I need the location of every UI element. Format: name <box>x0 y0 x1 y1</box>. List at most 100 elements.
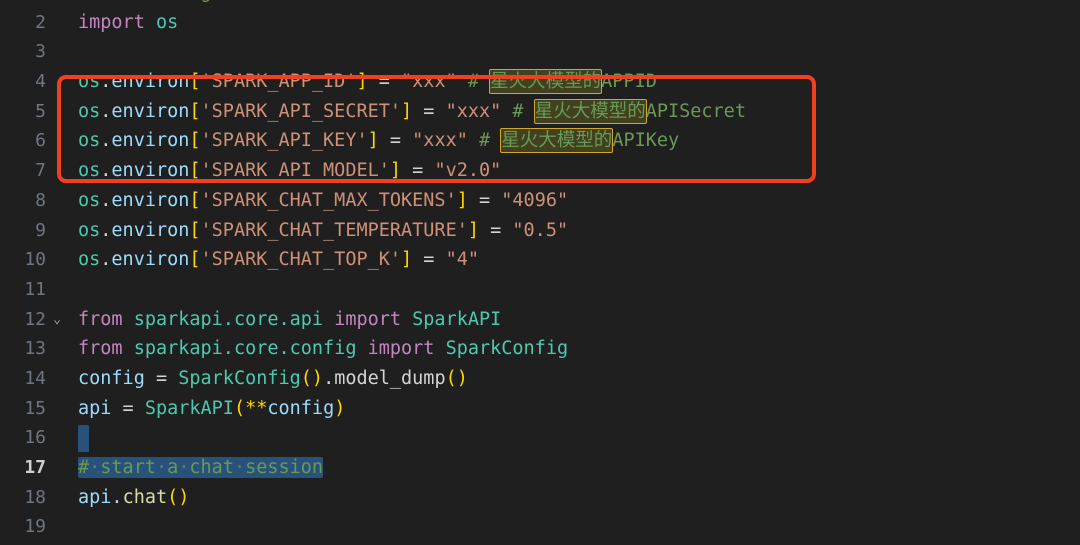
line-number: 10 <box>24 249 46 271</box>
line-content[interactable]: os.environ['SPARK_API_KEY'] = "xxx" # 星火… <box>68 126 1080 156</box>
code-line[interactable]: 6 os.environ['SPARK_API_KEY'] = "xxx" # … <box>0 126 1080 156</box>
keyword-token: from <box>78 308 123 330</box>
line-number: 11 <box>24 278 46 300</box>
whitespace-dot: · <box>233 457 246 478</box>
code-line[interactable]: 15 api = SparkAPI(**config) <box>0 394 1080 424</box>
line-content[interactable]: #·start·a·chat·session <box>68 453 1080 483</box>
bracket-token: ] <box>401 100 413 122</box>
line-content[interactable]: import os <box>68 8 1080 38</box>
selected-text[interactable]: #·start·a·chat·session <box>78 457 324 478</box>
object-token: os <box>78 189 101 211</box>
line-number: 12 <box>24 308 46 330</box>
find-match-highlight: 星火大模型的 <box>489 69 603 95</box>
bracket-token: [ <box>189 130 201 152</box>
bracket-token: [ <box>189 219 201 241</box>
line-number: 13 <box>24 338 46 360</box>
code-line[interactable]: 7 os.environ['SPARK_API_MODEL'] = "v2.0" <box>0 156 1080 186</box>
operator-token: = <box>467 189 502 211</box>
code-line[interactable]: 2 import os <box>0 8 1080 38</box>
module-token: sparkapi.core.api <box>122 308 335 330</box>
dot-token: . <box>100 100 112 122</box>
comment-token: # -*- coding:utf-8 -*- <box>78 0 323 3</box>
string-token: 'SPARK_API_MODEL' <box>200 160 390 182</box>
object-token: os <box>78 160 101 182</box>
class-token: SparkConfig <box>178 367 301 389</box>
dot-token: . <box>100 219 112 241</box>
line-content[interactable]: api.chat() <box>68 483 1080 513</box>
string-token: 'SPARK_API_KEY' <box>200 130 368 152</box>
module-token: os <box>144 11 179 33</box>
code-line[interactable]: 4 os.environ['SPARK_APP_ID'] = "xxx" # 星… <box>0 67 1080 97</box>
bracket-token: [ <box>189 189 201 211</box>
line-content[interactable]: os.environ['SPARK_API_SECRET'] = "xxx" #… <box>68 97 1080 127</box>
selection-stub <box>78 424 89 452</box>
code-editor[interactable]: 1 # -*- coding:utf-8 -*- 2 import os 3 4… <box>0 0 1080 545</box>
bracket-token: [ <box>189 160 201 182</box>
class-token: SparkConfig <box>434 338 569 360</box>
attribute-token: environ <box>111 189 190 211</box>
keyword-token: import <box>367 338 435 360</box>
line-content[interactable]: api = SparkAPI(**config) <box>68 394 1080 424</box>
code-line[interactable]: 13 from sparkapi.core.config import Spar… <box>0 334 1080 364</box>
line-number: 2 <box>35 11 46 33</box>
argument-token: config <box>267 397 335 419</box>
dot-token: . <box>111 486 123 508</box>
dot-token: . <box>100 249 112 271</box>
code-line[interactable]: 12 ⌄ from sparkapi.core.api import Spark… <box>0 305 1080 335</box>
code-line[interactable]: 17 #·start·a·chat·session <box>0 453 1080 483</box>
line-content[interactable]: os.environ['SPARK_APP_ID'] = "xxx" # 星火大… <box>68 67 1080 97</box>
variable-token: api <box>78 397 112 419</box>
code-line[interactable]: 14 config = SparkConfig().model_dump() <box>0 364 1080 394</box>
comment-token: # <box>456 71 491 93</box>
object-token: os <box>78 219 101 241</box>
attribute-token: environ <box>111 130 190 152</box>
operator-token: = <box>412 249 446 271</box>
code-line[interactable]: 19 <box>0 512 1080 542</box>
code-line[interactable]: 9 os.environ['SPARK_CHAT_TEMPERATURE'] =… <box>0 216 1080 246</box>
code-line[interactable]: 10 os.environ['SPARK_CHAT_TOP_K'] = "4" <box>0 245 1080 275</box>
bracket-token: () <box>300 367 324 389</box>
bracket-token: ) <box>334 397 346 419</box>
line-number: 1 <box>0 0 46 8</box>
object-token: os <box>78 249 101 271</box>
line-content[interactable]: config = SparkConfig().model_dump() <box>68 364 1080 394</box>
line-number: 19 <box>24 516 46 538</box>
dot-token: . <box>100 160 112 182</box>
line-content[interactable]: os.environ['SPARK_API_MODEL'] = "v2.0" <box>68 156 1080 186</box>
comment-token: a <box>167 457 179 478</box>
comment-token: APISecret <box>645 100 746 122</box>
class-token: SparkAPI <box>144 397 234 419</box>
whitespace-dot: · <box>178 457 190 478</box>
code-line[interactable]: 8 os.environ['SPARK_CHAT_MAX_TOKENS'] = … <box>0 186 1080 216</box>
bracket-token: ( <box>233 397 246 419</box>
chevron-down-icon[interactable]: ⌄ <box>46 305 68 335</box>
code-line[interactable]: 3 <box>0 37 1080 67</box>
string-token: "xxx" <box>401 71 457 93</box>
line-content[interactable]: # -*- coding:utf-8 -*- <box>68 0 1080 8</box>
string-token: "xxx" <box>445 100 502 122</box>
line-number: 3 <box>35 41 46 63</box>
line-content[interactable]: os.environ['SPARK_CHAT_TEMPERATURE'] = "… <box>68 216 1080 246</box>
code-line[interactable]: 5 os.environ['SPARK_API_SECRET'] = "xxx"… <box>0 97 1080 127</box>
line-content[interactable]: from sparkapi.core.config import SparkCo… <box>68 334 1080 364</box>
code-line[interactable]: 1 # -*- coding:utf-8 -*- <box>0 0 1080 8</box>
code-lines-container: 1 # -*- coding:utf-8 -*- 2 import os 3 4… <box>0 0 1080 542</box>
bracket-token: () <box>167 486 190 508</box>
comment-token: APPID <box>601 71 657 93</box>
comment-token: session <box>245 457 324 478</box>
line-content[interactable]: from sparkapi.core.api import SparkAPI <box>68 305 1080 335</box>
string-token: "v2.0" <box>434 160 502 182</box>
code-line[interactable]: 11 <box>0 275 1080 305</box>
code-line[interactable]: 16 <box>0 423 1080 453</box>
variable-token: config <box>78 367 145 389</box>
line-content[interactable]: os.environ['SPARK_CHAT_MAX_TOKENS'] = "4… <box>68 186 1080 216</box>
attribute-token: environ <box>111 71 190 93</box>
code-line[interactable]: 18 api.chat() <box>0 483 1080 513</box>
attribute-token: environ <box>111 219 190 241</box>
bracket-token: [ <box>189 100 201 122</box>
line-number-active: 17 <box>24 457 46 478</box>
line-content[interactable] <box>68 423 1080 453</box>
bracket-token: [ <box>189 71 201 93</box>
line-content[interactable]: os.environ['SPARK_CHAT_TOP_K'] = "4" <box>68 245 1080 275</box>
operator-token: = <box>378 130 413 152</box>
